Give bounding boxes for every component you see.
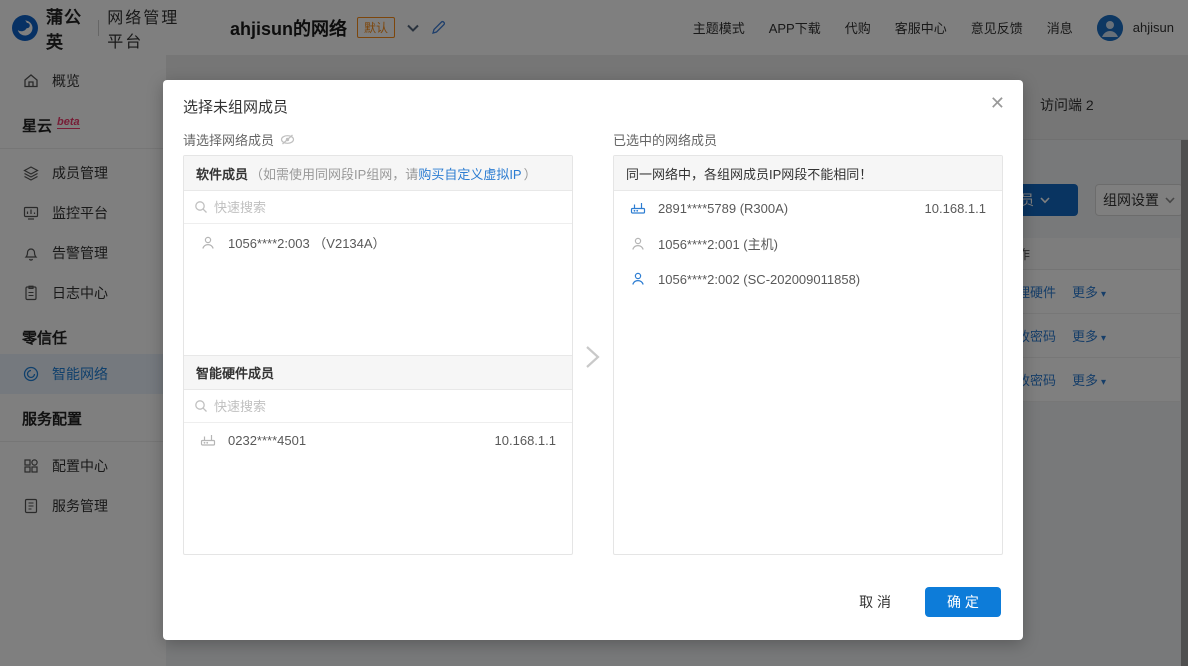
- user-icon: [630, 236, 646, 252]
- available-members-panel: 软件成员 （如需使用同网段IP组网，请 购买自定义虚拟IP ） 1056****…: [183, 155, 573, 555]
- software-note-prefix: （如需使用同网段IP组网，请: [250, 164, 418, 183]
- select-members-dialog: 选择未组网成员 ✕ 请选择网络成员 已选中的网络成员 软件成员 （如需使用同网段…: [163, 80, 1023, 640]
- software-member-item[interactable]: 1056****2:003 （V2134A）: [184, 224, 572, 261]
- hardware-member-item[interactable]: 0232****4501 10.168.1.1: [184, 423, 572, 457]
- member-name: 2891****5789 (R300A): [658, 201, 788, 216]
- selected-members-panel: 同一网络中，各组网成员IP网段不能相同！ 2891****5789 (R300A…: [613, 155, 1003, 555]
- member-name: 1056****2:001 (主机): [658, 234, 778, 253]
- software-members-list: 1056****2:003 （V2134A）: [184, 224, 572, 355]
- software-members-title: 软件成员: [196, 164, 248, 183]
- member-ip: 10.168.1.1: [495, 433, 556, 448]
- member-name: 1056****2:002 (SC-202009011858): [658, 272, 860, 287]
- eye-icon[interactable]: [280, 132, 295, 147]
- software-search-input[interactable]: [214, 200, 562, 215]
- selected-member-item[interactable]: 1056****2:002 (SC-202009011858): [614, 262, 1002, 296]
- cancel-button[interactable]: 取 消: [859, 592, 891, 612]
- member-name: 1056****2:003 （V2134A）: [228, 233, 386, 252]
- ip-warning-header: 同一网络中，各组网成员IP网段不能相同！: [614, 156, 1002, 191]
- search-icon: [194, 399, 208, 413]
- user-icon: [630, 271, 646, 287]
- ip-warning-text: 同一网络中，各组网成员IP网段不能相同！: [626, 164, 872, 183]
- hardware-search-input[interactable]: [214, 399, 562, 414]
- software-members-header: 软件成员 （如需使用同网段IP组网，请 购买自定义虚拟IP ）: [184, 156, 572, 191]
- page: 蒲公英 网络管理平台 ahjisun的网络 默认 主题模式 APP下载 代购 客…: [0, 0, 1188, 666]
- buy-virtual-ip-link[interactable]: 购买自定义虚拟IP: [418, 164, 521, 183]
- hardware-search-row: [184, 390, 572, 423]
- hardware-members-header: 智能硬件成员: [184, 355, 572, 390]
- selected-member-item[interactable]: 1056****2:001 (主机): [614, 225, 1002, 262]
- router-icon: [200, 432, 216, 448]
- right-label-text: 已选中的网络成员: [613, 130, 717, 149]
- search-icon: [194, 200, 208, 214]
- hardware-members-list: 0232****4501 10.168.1.1: [184, 423, 572, 554]
- transfer-right-chevron-icon: [579, 342, 605, 372]
- hardware-members-title: 智能硬件成员: [196, 363, 274, 382]
- selected-member-item[interactable]: 2891****5789 (R300A) 10.168.1.1: [614, 191, 1002, 225]
- right-column-label: 已选中的网络成员: [613, 130, 717, 149]
- member-name: 0232****4501: [228, 433, 306, 448]
- close-icon[interactable]: ✕: [990, 94, 1005, 112]
- member-ip: 10.168.1.1: [925, 201, 986, 216]
- user-icon: [200, 235, 216, 251]
- left-label-text: 请选择网络成员: [183, 130, 274, 149]
- left-column-label: 请选择网络成员: [183, 130, 295, 149]
- software-search-row: [184, 191, 572, 224]
- dialog-footer: 取 消 确 定: [859, 587, 1001, 617]
- router-icon: [630, 200, 646, 216]
- dialog-title: 选择未组网成员: [183, 96, 288, 117]
- software-note-suffix: ）: [524, 164, 537, 183]
- selected-members-list: 2891****5789 (R300A) 10.168.1.1 1056****…: [614, 191, 1002, 554]
- confirm-button[interactable]: 确 定: [925, 587, 1001, 617]
